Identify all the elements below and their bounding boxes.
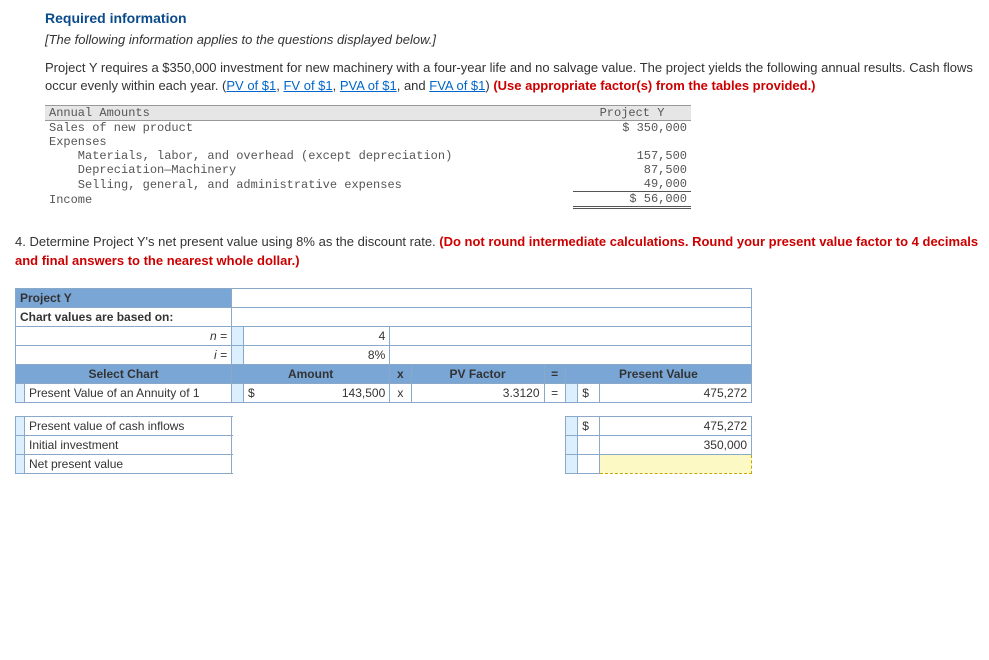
materials-label: Materials, labor, and overhead (except d… bbox=[45, 149, 573, 163]
q4-text: Determine Project Y's net present value … bbox=[29, 234, 439, 249]
income-label: Income bbox=[45, 192, 573, 208]
sep2: , bbox=[333, 78, 340, 93]
sga-amt: 49,000 bbox=[573, 177, 691, 192]
col-present-value: Present Value bbox=[565, 364, 751, 383]
and-text: , and bbox=[397, 78, 430, 93]
pv-cash-inflows-label[interactable]: Present value of cash inflows bbox=[25, 416, 232, 435]
npv-label[interactable]: Net present value bbox=[25, 454, 232, 473]
question-4: 4. Determine Project Y's net present val… bbox=[15, 233, 979, 269]
initial-investment-value[interactable]: 350,000 bbox=[599, 435, 751, 454]
col-equals: = bbox=[544, 364, 565, 383]
annual-amounts-table: Annual Amounts Project Y Sales of new pr… bbox=[45, 105, 691, 209]
pv-cash-inflows-sym: $ bbox=[578, 416, 600, 435]
i-input[interactable]: 8% bbox=[243, 345, 389, 364]
n-input[interactable]: 4 bbox=[243, 326, 389, 345]
link-pv-of-1[interactable]: PV of $1 bbox=[226, 78, 276, 93]
sales-label: Sales of new product bbox=[45, 121, 573, 136]
use-factors-note: (Use appropriate factor(s) from the tabl… bbox=[493, 78, 815, 93]
project-y-header: Project Y bbox=[573, 106, 691, 121]
pv-sym: $ bbox=[578, 383, 600, 402]
col-amount: Amount bbox=[232, 364, 390, 383]
following-info-note: [The following information applies to th… bbox=[45, 32, 979, 47]
required-info-header: Required information bbox=[45, 10, 979, 26]
depreciation-amt: 87,500 bbox=[573, 163, 691, 177]
project-y-title: Project Y bbox=[16, 288, 232, 307]
npv-calc-table: Project Y Chart values are based on: n =… bbox=[15, 288, 752, 474]
expenses-label: Expenses bbox=[45, 135, 573, 149]
col-x: x bbox=[390, 364, 411, 383]
chart-values-subtitle: Chart values are based on: bbox=[16, 307, 232, 326]
col-select-chart: Select Chart bbox=[16, 364, 232, 383]
annual-amounts-header: Annual Amounts bbox=[45, 106, 573, 121]
x-cell: x bbox=[390, 383, 411, 402]
sales-amt: $ 350,000 bbox=[573, 121, 691, 136]
select-chart-dropdown[interactable]: Present Value of an Annuity of 1 bbox=[25, 383, 232, 402]
n-label: n = bbox=[16, 326, 232, 345]
link-fv-of-1[interactable]: FV of $1 bbox=[283, 78, 332, 93]
materials-amt: 157,500 bbox=[573, 149, 691, 163]
present-value-output[interactable]: 475,272 bbox=[599, 383, 751, 402]
link-pva-of-1[interactable]: PVA of $1 bbox=[340, 78, 397, 93]
i-label: i = bbox=[16, 345, 232, 364]
col-pv-factor: PV Factor bbox=[411, 364, 544, 383]
amount-input[interactable]: $143,500 bbox=[243, 383, 389, 402]
npv-value-input[interactable] bbox=[599, 454, 751, 473]
sga-label: Selling, general, and administrative exp… bbox=[45, 177, 573, 192]
initial-investment-label[interactable]: Initial investment bbox=[25, 435, 232, 454]
problem-paragraph: Project Y requires a $350,000 investment… bbox=[45, 59, 979, 95]
depreciation-label: Depreciation—Machinery bbox=[45, 163, 573, 177]
q4-number: 4. bbox=[15, 234, 29, 249]
equals-cell: = bbox=[544, 383, 565, 402]
link-fva-of-1[interactable]: FVA of $1 bbox=[429, 78, 485, 93]
income-amt: $ 56,000 bbox=[573, 192, 691, 208]
pv-factor-input[interactable]: 3.3120 bbox=[411, 383, 544, 402]
pv-cash-inflows-value[interactable]: 475,272 bbox=[599, 416, 751, 435]
